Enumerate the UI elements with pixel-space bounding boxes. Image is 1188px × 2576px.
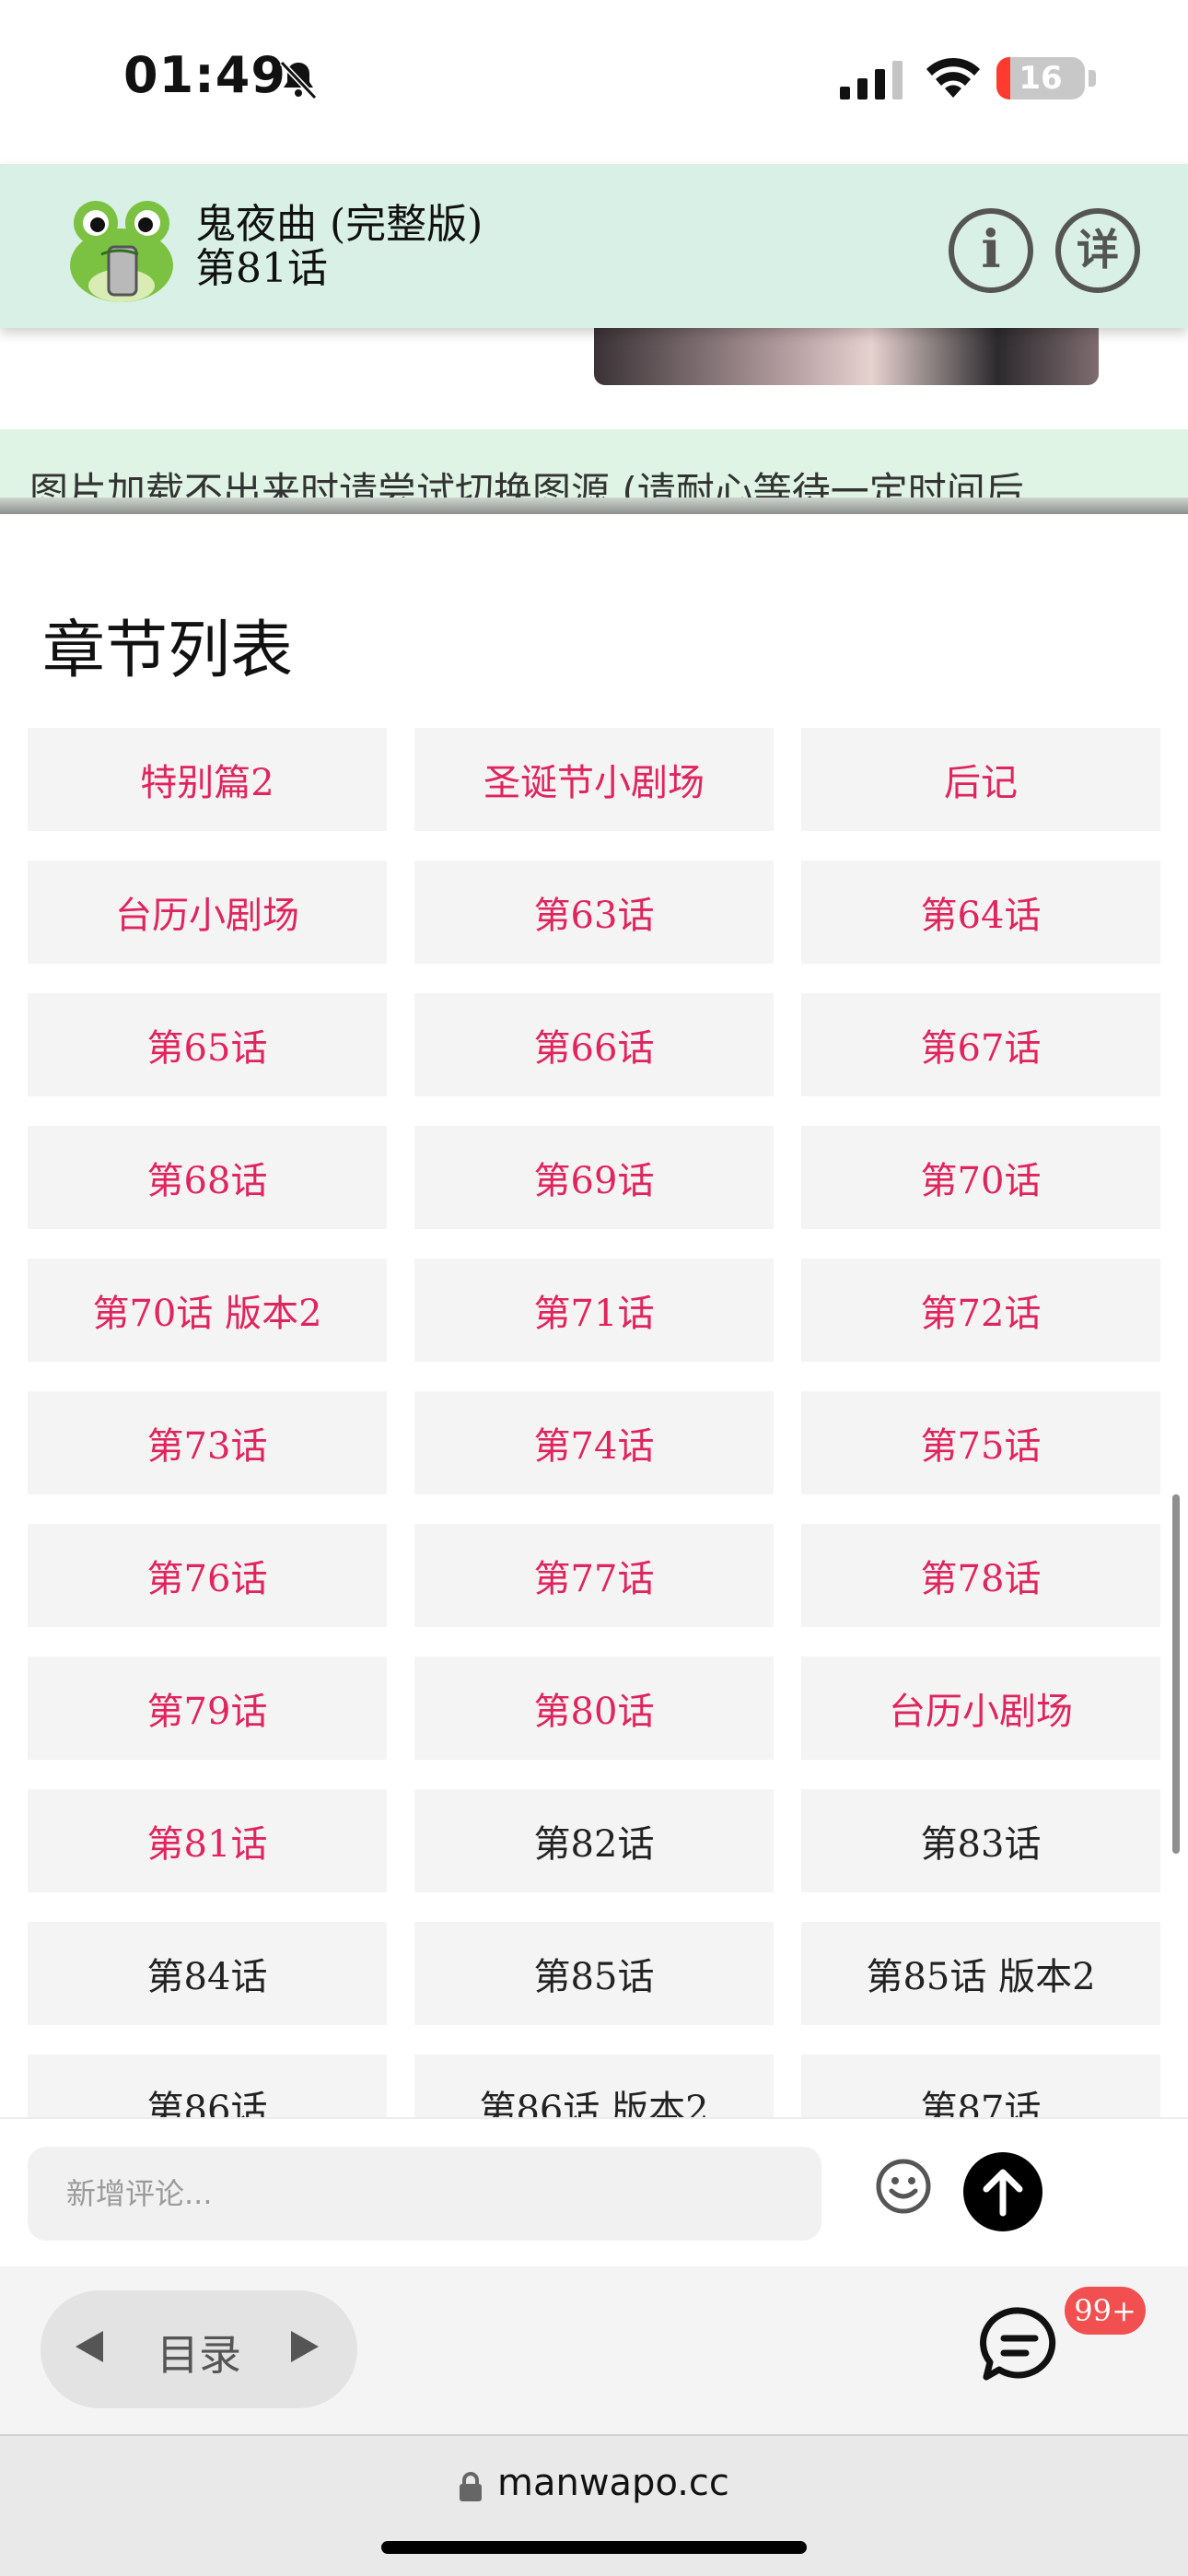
chapter-item[interactable]: 第86话 xyxy=(28,2055,387,2117)
chapter-item[interactable]: 第71话 xyxy=(414,1259,774,1362)
chapter-item[interactable]: 第83话 xyxy=(801,1789,1160,1892)
status-time: 01:49 xyxy=(123,46,286,104)
send-comment-button[interactable] xyxy=(963,2152,1042,2231)
bell-muted-icon xyxy=(279,60,318,100)
arrow-up-icon xyxy=(983,2169,1023,2217)
comic-title: 鬼夜曲 (完整版) xyxy=(195,201,483,248)
emoji-icon[interactable] xyxy=(875,2158,932,2215)
wifi-icon xyxy=(926,57,980,98)
battery-indicator: 16 xyxy=(996,57,1085,100)
chapter-item[interactable]: 第68话 xyxy=(28,1126,387,1229)
chapter-item[interactable]: 第80话 xyxy=(414,1657,774,1760)
chapter-item[interactable]: 第82话 xyxy=(414,1789,774,1892)
chapter-item[interactable]: 第79话 xyxy=(28,1657,387,1760)
comments-icon[interactable] xyxy=(980,2305,1059,2384)
detail-button[interactable]: 详 xyxy=(1055,208,1140,293)
title-block: 鬼夜曲 (完整版) 第81话 xyxy=(195,203,483,291)
chapter-item[interactable]: 第86话 版本2 xyxy=(414,2055,774,2117)
chapter-item[interactable]: 第77话 xyxy=(414,1524,774,1627)
cellular-signal-icon xyxy=(840,61,903,100)
chapter-item[interactable]: 特别篇2 xyxy=(28,728,387,831)
chapter-item[interactable]: 第76话 xyxy=(28,1524,387,1627)
next-chapter-icon[interactable] xyxy=(291,2331,319,2362)
battery-nub xyxy=(1089,70,1096,87)
chapter-item[interactable]: 第72话 xyxy=(801,1259,1160,1362)
chapter-item[interactable]: 第78话 xyxy=(801,1524,1160,1627)
chapter-item[interactable]: 台历小剧场 xyxy=(801,1657,1160,1760)
chapter-item[interactable]: 第64话 xyxy=(801,861,1160,964)
lock-icon xyxy=(460,2472,482,2501)
url-text: manwapo.cc xyxy=(497,2462,729,2504)
chapter-item[interactable]: 第87话 xyxy=(801,2055,1160,2117)
battery-percent: 16 xyxy=(1019,60,1063,97)
reader-toolbar: 目录 99+ xyxy=(0,2266,1188,2434)
chapter-item[interactable]: 第66话 xyxy=(414,993,774,1096)
browser-address-bar[interactable]: manwapo.cc xyxy=(0,2434,1188,2576)
chapter-item[interactable]: 第69话 xyxy=(414,1126,774,1229)
chapter-item[interactable]: 第65话 xyxy=(28,993,387,1096)
chapter-list-heading: 章节列表 xyxy=(42,615,294,687)
home-indicator[interactable] xyxy=(381,2541,807,2554)
toc-button[interactable]: 目录 xyxy=(157,2322,241,2383)
chapter-grid: 特别篇2 圣诞节小剧场 后记 台历小剧场 第63话 第64话 第65话 第66话 第67话 第68… xyxy=(28,728,1160,2117)
reader-header: 鬼夜曲 (完整版) 第81话 i 详 xyxy=(0,164,1188,328)
chapter-item[interactable]: 圣诞节小剧场 xyxy=(414,728,774,831)
chapter-item[interactable]: 第85话 版本2 xyxy=(801,1922,1160,2025)
chapter-item[interactable]: 第67话 xyxy=(801,993,1160,1096)
frog-logo-icon xyxy=(70,201,173,302)
chapter-nav: 目录 xyxy=(41,2290,357,2408)
chapter-list: 特别篇2 圣诞节小剧场 后记 台历小剧场 第63话 第64话 第65话 第66话 第67话 第68… xyxy=(0,728,1188,2117)
chapter-item[interactable]: 第74话 xyxy=(414,1391,774,1494)
info-button[interactable]: i xyxy=(949,208,1033,293)
chapter-item[interactable]: 第70话 xyxy=(801,1126,1160,1229)
comment-input[interactable] xyxy=(28,2147,821,2241)
chapter-item[interactable]: 第85话 xyxy=(414,1922,774,2025)
chapter-subtitle: 第81话 xyxy=(195,245,328,292)
chapter-item[interactable]: 第75话 xyxy=(801,1391,1160,1494)
comment-bar xyxy=(0,2117,1188,2265)
chapter-item[interactable]: 台历小剧场 xyxy=(28,861,387,964)
chapter-item[interactable]: 第70话 版本2 xyxy=(28,1259,387,1362)
status-bar: 01:49 16 xyxy=(0,0,1188,164)
scrollbar-thumb[interactable] xyxy=(1172,1494,1180,1854)
chapter-item[interactable]: 第81话 xyxy=(28,1789,387,1892)
chapter-item[interactable]: 第73话 xyxy=(28,1391,387,1494)
chapter-item[interactable]: 后记 xyxy=(801,728,1160,831)
chapter-item[interactable]: 第84话 xyxy=(28,1922,387,2025)
sheet-shadow xyxy=(0,498,1188,514)
comment-count-badge: 99+ xyxy=(1065,2287,1146,2335)
prev-chapter-icon[interactable] xyxy=(76,2331,103,2362)
chapter-item[interactable]: 第63话 xyxy=(414,861,774,964)
